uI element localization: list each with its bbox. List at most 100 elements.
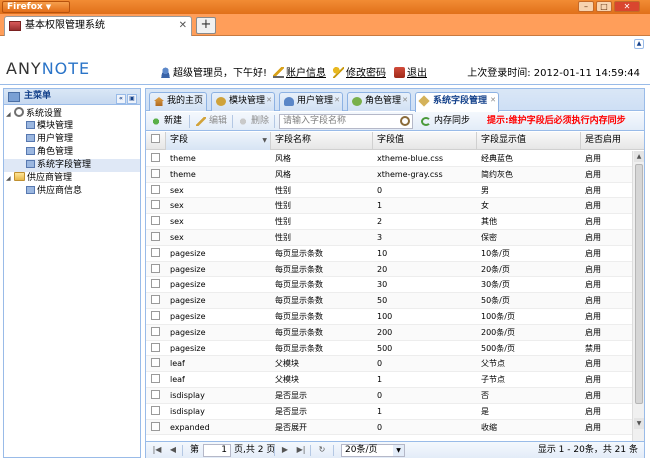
collapse-left-icon[interactable]: «	[116, 94, 126, 104]
row-checkbox[interactable]	[146, 420, 166, 435]
scrollbar-thumb[interactable]	[635, 164, 643, 404]
row-checkbox[interactable]	[146, 214, 166, 229]
table-cell: sex	[170, 185, 184, 195]
vertical-scrollbar[interactable]: ▲ ▼	[632, 151, 644, 441]
last-page-icon[interactable]: ▶|	[296, 445, 306, 455]
tab-role-management[interactable]: 角色管理 ✕	[347, 92, 411, 111]
new-tab-button[interactable]: +	[196, 17, 216, 34]
search-icon[interactable]	[400, 116, 410, 126]
table-row[interactable]: pagesize 每页显示条数 50 50条/页 启用	[146, 293, 632, 309]
table-row[interactable]: sex 性别 2 其他 启用	[146, 214, 632, 230]
table-row[interactable]: isdisplay 是否显示 0 否 启用	[146, 387, 632, 404]
scroll-down-icon[interactable]: ▼	[634, 418, 644, 429]
tree-node-supplier-info[interactable]: 供应商信息	[4, 185, 140, 198]
tab-home[interactable]: 我的主页	[149, 92, 207, 111]
row-checkbox[interactable]	[146, 246, 166, 261]
row-checkbox[interactable]	[146, 167, 166, 182]
row-checkbox[interactable]	[146, 151, 166, 166]
table-cell: pagesize	[170, 343, 206, 353]
scroll-up-icon[interactable]: ▲	[634, 151, 644, 162]
select-all-checkbox[interactable]	[146, 132, 166, 150]
row-checkbox[interactable]	[146, 372, 166, 387]
close-icon[interactable]: ✕	[334, 92, 340, 109]
logo-text-any: ANY	[6, 59, 42, 78]
memory-sync-button[interactable]: 内存同步	[421, 115, 470, 128]
row-checkbox[interactable]	[146, 277, 166, 292]
table-cell: sex	[170, 217, 184, 227]
logout-link[interactable]: 退出	[394, 64, 427, 79]
page-size-select[interactable]: 20条/页 ▼	[341, 444, 405, 457]
firefox-menu-button[interactable]: Firefox ▼	[2, 1, 70, 13]
table-row[interactable]: pagesize 每页显示条数 20 20条/页 启用	[146, 261, 632, 278]
row-checkbox[interactable]	[146, 183, 166, 198]
maximize-button[interactable]: □	[596, 1, 612, 12]
table-row[interactable]: sex 性别 1 女 启用	[146, 198, 632, 215]
tree-node-field-management[interactable]: 系统字段管理	[4, 159, 140, 172]
checkbox-icon	[151, 134, 160, 143]
row-checkbox[interactable]	[146, 309, 166, 324]
close-icon[interactable]: ✕	[402, 92, 408, 109]
row-checkbox[interactable]	[146, 356, 166, 371]
close-window-button[interactable]: ✕	[614, 1, 640, 12]
row-checkbox[interactable]	[146, 341, 166, 356]
table-row[interactable]: theme 风格 xtheme-gray.css 简约灰色 启用	[146, 166, 632, 183]
close-icon[interactable]: ✕	[179, 17, 187, 35]
table-row[interactable]: pagesize 每页显示条数 200 200条/页 启用	[146, 324, 632, 341]
table-row[interactable]: theme 风格 xtheme-blue.css 经典蓝色 启用	[146, 151, 632, 167]
browser-tab[interactable]: 基本权限管理系统 ✕	[4, 16, 192, 36]
tab-field-management[interactable]: 系统字段管理 ✕	[415, 92, 499, 112]
column-header-display-value[interactable]: 字段显示值	[477, 132, 581, 150]
collapse-up-icon[interactable]: ▲	[634, 39, 644, 49]
tab-user-management[interactable]: 用户管理 ✕	[279, 92, 343, 111]
first-page-icon[interactable]: |◀	[152, 445, 162, 455]
row-checkbox[interactable]	[146, 404, 166, 419]
tree-node-role-management[interactable]: 角色管理	[4, 146, 140, 159]
checkbox-icon	[151, 310, 160, 320]
table-row[interactable]: pagesize 每页显示条数 500 500条/页 禁用	[146, 341, 632, 357]
table-row[interactable]: sex 性别 0 男 启用	[146, 183, 632, 199]
prev-page-icon[interactable]: ◀	[168, 445, 178, 455]
tree-node-module-management[interactable]: 模块管理	[4, 120, 140, 133]
tree-node-supplier-management[interactable]: ◢ 供应商管理	[4, 172, 140, 185]
table-cell: 1	[377, 201, 383, 211]
chevron-down-icon[interactable]: ▼	[262, 132, 267, 149]
row-checkbox[interactable]	[146, 262, 166, 277]
close-icon[interactable]: ✕	[266, 92, 272, 109]
table-row[interactable]: pagesize 每页显示条数 30 30条/页 启用	[146, 277, 632, 294]
row-checkbox[interactable]	[146, 230, 166, 245]
tree-node-user-management[interactable]: 用户管理	[4, 133, 140, 146]
column-header-field[interactable]: 字段 ▼	[166, 132, 271, 150]
add-button[interactable]: 新建	[151, 115, 182, 128]
row-checkbox[interactable]	[146, 325, 166, 340]
table-row[interactable]: leaf 父模块 1 子节点 启用	[146, 372, 632, 388]
column-header-enabled[interactable]: 是否启用	[581, 132, 644, 150]
row-checkbox[interactable]	[146, 388, 166, 403]
tree-node-system-settings[interactable]: ◢ 系统设置	[4, 107, 140, 120]
delete-button[interactable]: 删除	[238, 115, 269, 128]
table-row[interactable]: pagesize 每页显示条数 100 100条/页 启用	[146, 309, 632, 325]
table-row[interactable]: expanded 是否展开 0 收缩 启用	[146, 419, 632, 436]
table-cell: leaf	[170, 375, 185, 385]
expand-toggle-icon[interactable]: ◢	[6, 172, 14, 185]
table-row[interactable]: leaf 父模块 0 父节点 启用	[146, 356, 632, 373]
table-row[interactable]: sex 性别 3 保密 启用	[146, 229, 632, 246]
search-input[interactable]: 请输入字段名称	[279, 114, 413, 129]
row-checkbox[interactable]	[146, 198, 166, 213]
table-cell: 0	[377, 390, 383, 400]
grid-toolbar: 新建 编辑 删除 请输入字段名称 内存同步 提示:维护字段后必须执行内存同步	[146, 112, 644, 131]
column-header-field-name[interactable]: 字段名称	[271, 132, 373, 150]
refresh-icon[interactable]: ↻	[317, 445, 327, 455]
table-row[interactable]: pagesize 每页显示条数 10 10条/页 启用	[146, 246, 632, 262]
column-header-field-value[interactable]: 字段值	[373, 132, 477, 150]
next-page-icon[interactable]: ▶	[280, 445, 290, 455]
page-number-input[interactable]: 1	[203, 444, 231, 457]
panel-toggle-icon[interactable]: ▣	[127, 94, 137, 104]
close-icon[interactable]: ✕	[490, 92, 496, 109]
minimize-button[interactable]: –	[578, 1, 594, 12]
table-row[interactable]: isdisplay 是否显示 1 是 启用	[146, 404, 632, 420]
change-password-link[interactable]: 修改密码	[333, 64, 386, 79]
row-checkbox[interactable]	[146, 293, 166, 308]
account-info-link[interactable]: 账户信息	[273, 64, 326, 79]
tab-module-management[interactable]: 模块管理 ✕	[211, 92, 275, 111]
edit-button[interactable]: 编辑	[196, 115, 227, 128]
